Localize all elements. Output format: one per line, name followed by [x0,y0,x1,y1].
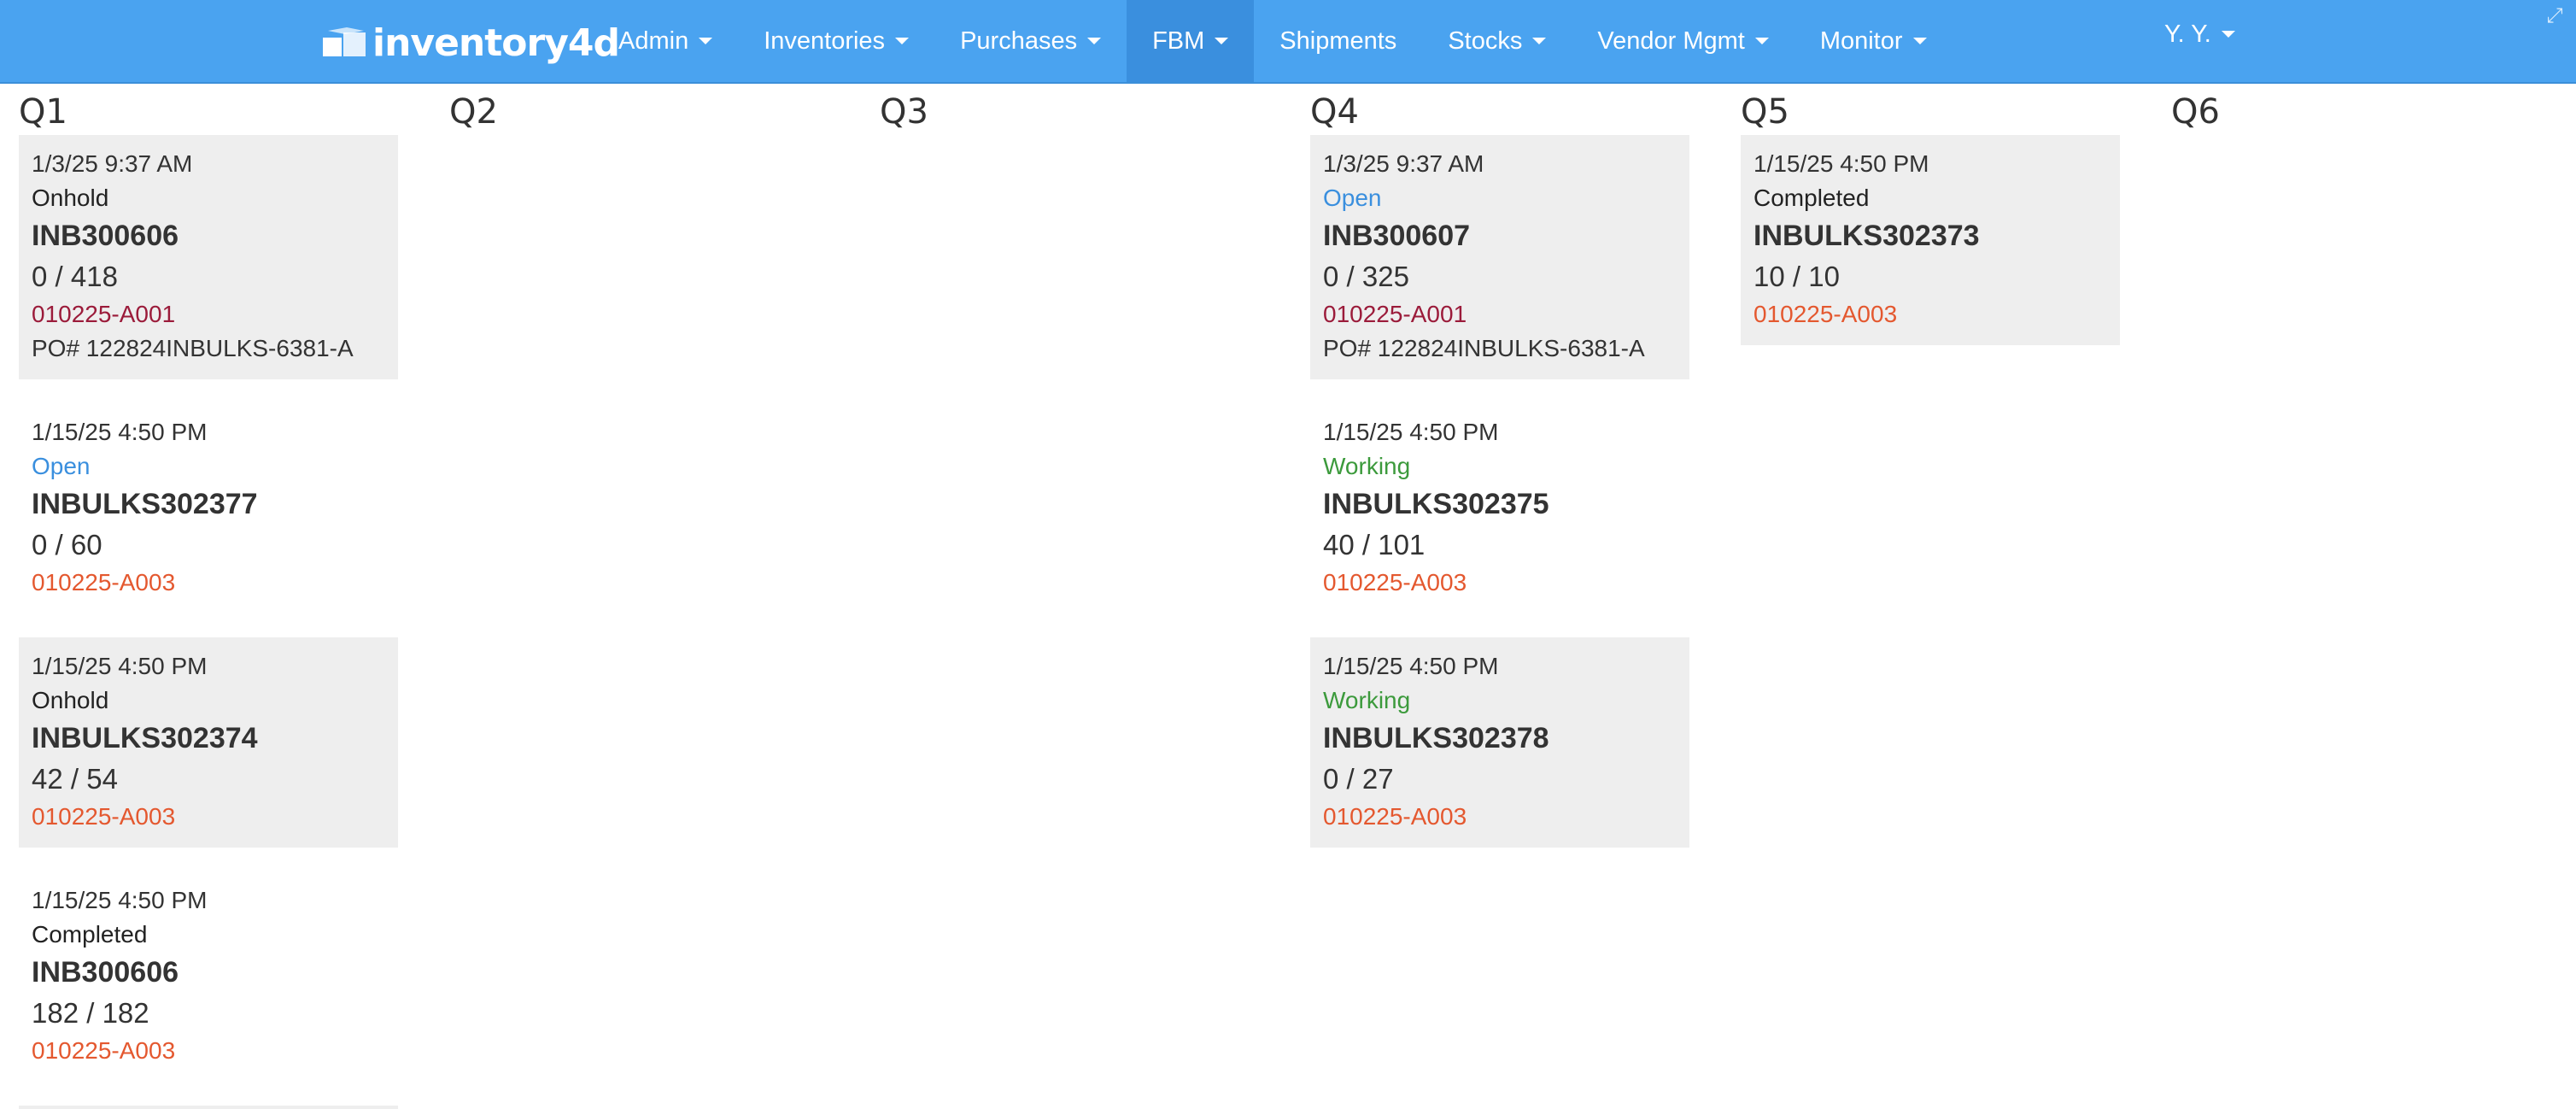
card-code: 010225-A001 [1323,301,1467,327]
card-date: 1/3/25 9:37 AM [32,150,193,177]
card-code: 010225-A001 [32,301,176,327]
nav-shipments-label: Shipments [1279,26,1397,55]
card-quantity: 42 / 54 [32,763,118,795]
nav-stocks-label: Stocks [1448,26,1523,55]
card-code: 010225-A003 [32,1037,176,1064]
card-id: INB300606 [32,220,179,252]
top-navbar: inventory4d Admin Inventories Purchases … [0,0,2576,84]
user-name: Y. Y. [2164,20,2211,48]
card-date: 1/15/25 4:50 PM [1323,653,1499,679]
card-quantity: 0 / 418 [32,261,118,292]
card-id: INBULKS302378 [1323,722,1549,754]
nav-stocks[interactable]: Stocks [1422,0,1572,82]
card-code: 010225-A003 [1753,301,1898,327]
caret-down-icon [1532,38,1547,44]
caret-down-icon [1912,38,1927,44]
column-q5: Q5 1/15/25 4:50 PM Completed INBULKS3023… [1741,89,2120,369]
card-id: INBULKS302377 [32,488,258,520]
boxes-logo-icon [323,27,366,56]
nav-monitor[interactable]: Monitor [1794,0,1952,82]
resize-arrows-icon[interactable]: ⤢ [2544,5,2566,27]
user-menu[interactable]: Y. Y. [2164,0,2235,68]
card-po: PO# 122824INBULKS-6381-A [1323,335,1645,361]
card-quantity: 0 / 60 [32,529,102,560]
queue-card-partial [19,1106,398,1109]
caret-down-icon [2221,31,2235,38]
card-code: 010225-A003 [1323,569,1467,596]
caret-down-icon [895,38,910,44]
queue-card[interactable]: 1/3/25 9:37 AM Open INB300607 0 / 325 01… [1310,135,1689,379]
card-id: INBULKS302373 [1753,220,1980,252]
card-po: PO# 122824INBULKS-6381-A [32,335,354,361]
column-title: Q3 [880,92,928,132]
card-id: INB300606 [32,956,179,989]
queue-card[interactable]: 1/15/25 4:50 PM Open INBULKS302377 0 / 6… [19,403,398,613]
queue-card[interactable]: 1/15/25 4:50 PM Completed INBULKS302373 … [1741,135,2120,345]
main-nav: Admin Inventories Purchases FBM Shipment… [593,0,1952,82]
card-date: 1/15/25 4:50 PM [1753,150,1929,177]
column-title: Q6 [2171,92,2220,132]
brand-name: inventory4d [372,21,620,65]
card-date: 1/15/25 4:50 PM [32,653,208,679]
card-quantity: 40 / 101 [1323,529,1426,560]
queue-card[interactable]: 1/15/25 4:50 PM Working INBULKS302375 40… [1310,403,1689,613]
column-title: Q4 [1310,92,1359,132]
column-q4: Q4 1/3/25 9:37 AM Open INB300607 0 / 325… [1310,89,1689,871]
column-title: Q2 [449,92,498,132]
queue-card[interactable]: 1/15/25 4:50 PM Working INBULKS302378 0 … [1310,637,1689,848]
nav-shipments[interactable]: Shipments [1254,0,1422,82]
card-status: Open [1323,185,1382,211]
nav-inventories[interactable]: Inventories [738,0,934,82]
column-title: Q5 [1741,92,1789,132]
nav-fbm-label: FBM [1152,26,1205,55]
card-code: 010225-A003 [32,803,176,830]
caret-down-icon [1754,38,1769,44]
queue-card[interactable]: 1/3/25 9:37 AM Onhold INB300606 0 / 418 … [19,135,398,379]
queue-card[interactable]: 1/15/25 4:50 PM Onhold INBULKS302374 42 … [19,637,398,848]
card-status: Completed [32,921,148,948]
column-q3: Q3 [880,89,1259,135]
caret-down-icon [699,38,713,44]
column-q2: Q2 [449,89,828,135]
nav-fbm[interactable]: FBM [1127,0,1255,82]
queue-board: Q1 1/3/25 9:37 AM Onhold INB300606 0 / 4… [19,89,2576,1109]
card-status: Working [1323,453,1411,479]
nav-monitor-label: Monitor [1819,26,1903,55]
nav-inventories-label: Inventories [764,26,886,55]
card-status: Completed [1753,185,1870,211]
card-status: Open [32,453,91,479]
caret-down-icon [1215,38,1229,44]
nav-vendor-mgmt-label: Vendor Mgmt [1597,26,1745,55]
card-code: 010225-A003 [1323,803,1467,830]
card-date: 1/15/25 4:50 PM [32,887,208,913]
card-quantity: 10 / 10 [1753,261,1840,292]
nav-purchases[interactable]: Purchases [934,0,1127,82]
column-q6: Q6 [2171,89,2550,135]
nav-admin[interactable]: Admin [593,0,738,82]
card-date: 1/3/25 9:37 AM [1323,150,1484,177]
column-title: Q1 [19,92,67,132]
column-q1: Q1 1/3/25 9:37 AM Onhold INB300606 0 / 4… [19,89,398,1109]
card-id: INBULKS302374 [32,722,258,754]
card-quantity: 0 / 325 [1323,261,1409,292]
card-status: Working [1323,687,1411,713]
card-quantity: 182 / 182 [32,997,149,1029]
card-id: INBULKS302375 [1323,488,1549,520]
card-status: Onhold [32,185,109,211]
brand-logo-link[interactable]: inventory4d [321,21,620,65]
card-id: INB300607 [1323,220,1471,252]
card-status: Onhold [32,687,109,713]
card-code: 010225-A003 [32,569,176,596]
nav-vendor-mgmt[interactable]: Vendor Mgmt [1572,0,1794,82]
nav-purchases-label: Purchases [960,26,1078,55]
nav-admin-label: Admin [618,26,689,55]
card-quantity: 0 / 27 [1323,763,1394,795]
card-date: 1/15/25 4:50 PM [32,419,208,445]
card-date: 1/15/25 4:50 PM [1323,419,1499,445]
queue-card[interactable]: 1/15/25 4:50 PM Completed INB300606 182 … [19,871,398,1082]
caret-down-icon [1087,38,1102,44]
